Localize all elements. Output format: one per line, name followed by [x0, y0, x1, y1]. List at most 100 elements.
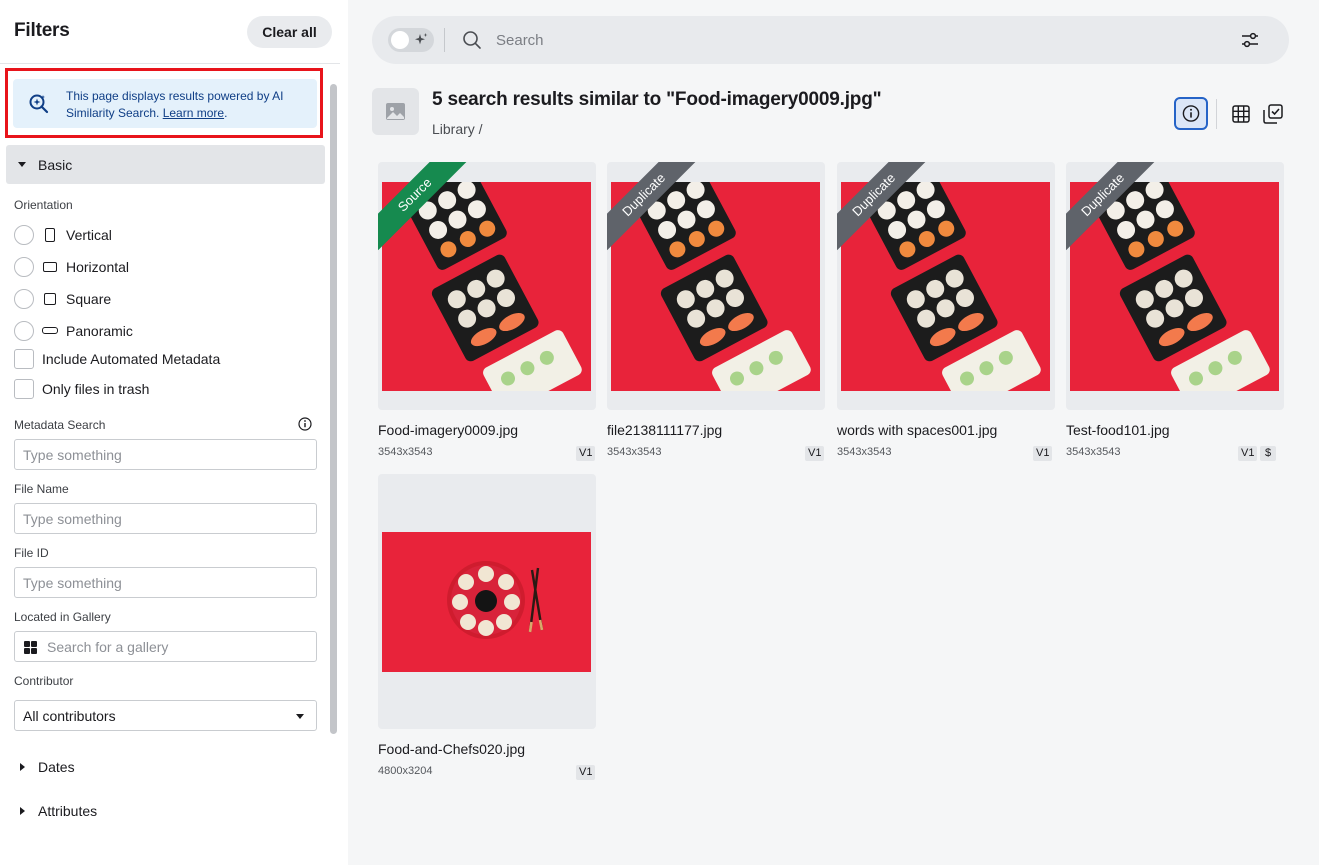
search-icon	[463, 31, 481, 49]
dates-section-toggle[interactable]: Dates	[14, 758, 314, 778]
search-divider	[444, 28, 445, 52]
attributes-section-label: Attributes	[38, 803, 98, 819]
metadata-search-input[interactable]	[14, 439, 317, 470]
card-image-frame[interactable]	[378, 474, 596, 729]
result-card[interactable]: Duplicate words with spaces001.jpg 3543x…	[837, 162, 1055, 472]
orientation-horizontal-label: Horizontal	[66, 259, 130, 275]
orientation-label: Orientation	[14, 198, 73, 212]
card-dimensions: 3543x3543	[837, 446, 892, 458]
filters-title: Filters	[14, 20, 70, 41]
ai-notice-text: This page displays results powered by AI…	[66, 89, 284, 120]
basic-section-label: Basic	[38, 157, 73, 173]
info-icon	[1182, 105, 1200, 122]
contributor-select[interactable]: All contributors	[14, 700, 317, 731]
card-file-name[interactable]: Food-imagery0009.jpg	[378, 422, 518, 438]
info-toggle-button[interactable]	[1174, 97, 1208, 130]
card-image-frame[interactable]: Duplicate	[607, 162, 825, 410]
radio-button[interactable]	[14, 257, 34, 277]
filters-header: Filters Clear all	[0, 0, 340, 64]
caret-down-icon	[18, 162, 26, 167]
gallery-search-input[interactable]	[14, 631, 317, 662]
version-badge: V1	[1033, 446, 1053, 461]
source-image-thumbnail	[372, 88, 419, 135]
radio-button[interactable]	[14, 321, 34, 341]
price-badge: $	[1260, 446, 1277, 461]
clear-all-button[interactable]: Clear all	[247, 16, 332, 48]
include-automated-metadata[interactable]: Include Automated Metadata	[14, 349, 314, 371]
results-title: 5 search results similar to "Food-imager…	[432, 89, 882, 110]
card-file-name[interactable]: words with spaces001.jpg	[837, 422, 997, 438]
result-card[interactable]: Source Food-imagery0009.jpg 3543x3543 V1	[378, 162, 596, 472]
file-name-input[interactable]	[14, 503, 317, 534]
multi-select-icon[interactable]	[1262, 103, 1284, 125]
info-icon[interactable]	[298, 417, 312, 431]
results-main: 5 search results similar to "Food-imager…	[348, 0, 1319, 865]
card-image-frame[interactable]: Duplicate	[1066, 162, 1284, 410]
card-image-frame[interactable]: Source	[378, 162, 596, 410]
search-bar	[372, 16, 1289, 64]
checkbox[interactable]	[14, 349, 34, 369]
sparkle-icon	[415, 33, 428, 45]
card-dimensions: 3543x3543	[378, 446, 433, 458]
gallery-label: Located in Gallery	[14, 610, 111, 624]
card-file-name[interactable]: file2138111177.jpg	[607, 422, 722, 438]
orientation-vertical[interactable]: Vertical	[14, 225, 314, 247]
orientation-vertical-label: Vertical	[66, 227, 112, 243]
orientation-square[interactable]: Square	[14, 289, 314, 311]
ai-notice: This page displays results powered by AI…	[13, 79, 317, 128]
attributes-section-toggle[interactable]: Attributes	[14, 802, 314, 822]
ai-search-icon	[29, 94, 49, 114]
gallery-grid-icon	[24, 641, 37, 654]
dates-section-label: Dates	[38, 759, 75, 775]
dumplings-photo	[382, 532, 591, 672]
toggle-knob	[391, 31, 409, 49]
contributor-select-value: All contributors	[23, 708, 116, 724]
search-input[interactable]	[496, 28, 1216, 52]
file-name-label: File Name	[14, 482, 69, 496]
filters-sidebar: Filters Clear all This page displays res…	[0, 0, 348, 865]
horizontal-rect-icon	[43, 262, 57, 272]
card-dimensions: 4800x3204	[378, 765, 433, 777]
only-files-in-trash-label: Only files in trash	[42, 381, 150, 397]
ai-search-toggle[interactable]	[388, 28, 434, 52]
orientation-panoramic[interactable]: Panoramic	[14, 321, 314, 343]
card-file-name[interactable]: Food-and-Chefs020.jpg	[378, 741, 525, 757]
card-dimensions: 3543x3543	[1066, 446, 1121, 458]
card-file-name[interactable]: Test-food101.jpg	[1066, 422, 1170, 438]
file-id-label: File ID	[14, 546, 49, 560]
sidebar-scrollbar-thumb[interactable]	[330, 84, 337, 734]
caret-right-icon	[20, 763, 25, 771]
grid-view-icon[interactable]	[1231, 104, 1251, 124]
orientation-horizontal[interactable]: Horizontal	[14, 257, 314, 279]
dumplings-image	[447, 561, 544, 639]
basic-section-toggle[interactable]: Basic	[6, 145, 325, 184]
breadcrumb[interactable]: Library /	[432, 121, 483, 137]
version-badge: V1	[576, 446, 596, 461]
radio-button[interactable]	[14, 225, 34, 245]
version-badge: V1	[805, 446, 825, 461]
file-id-input[interactable]	[14, 567, 317, 598]
filter-sliders-icon[interactable]	[1240, 30, 1260, 50]
checkbox[interactable]	[14, 379, 34, 399]
contributor-label: Contributor	[14, 674, 74, 688]
square-icon	[44, 293, 56, 305]
result-card[interactable]: Duplicate Test-food101.jpg 3543x3543 V1 …	[1066, 162, 1284, 472]
result-card[interactable]: Food-and-Chefs020.jpg 4800x3204 V1	[378, 474, 596, 784]
toolbar-divider	[1216, 99, 1217, 129]
vertical-rect-icon	[45, 228, 55, 242]
version-badge: V1	[1238, 446, 1258, 461]
result-card[interactable]: Duplicate file2138111177.jpg 3543x3543 V…	[607, 162, 825, 472]
include-automated-metadata-label: Include Automated Metadata	[42, 351, 221, 367]
only-files-in-trash[interactable]: Only files in trash	[14, 379, 314, 401]
caret-down-icon	[296, 714, 304, 719]
learn-more-link[interactable]: Learn more	[163, 106, 224, 120]
version-badge: V1	[576, 765, 596, 780]
radio-button[interactable]	[14, 289, 34, 309]
card-dimensions: 3543x3543	[607, 446, 662, 458]
panoramic-rect-icon	[42, 327, 58, 334]
image-placeholder-icon	[386, 103, 405, 120]
card-image-frame[interactable]: Duplicate	[837, 162, 1055, 410]
caret-right-icon	[20, 807, 25, 815]
orientation-square-label: Square	[66, 291, 112, 307]
metadata-search-label: Metadata Search	[14, 418, 106, 432]
